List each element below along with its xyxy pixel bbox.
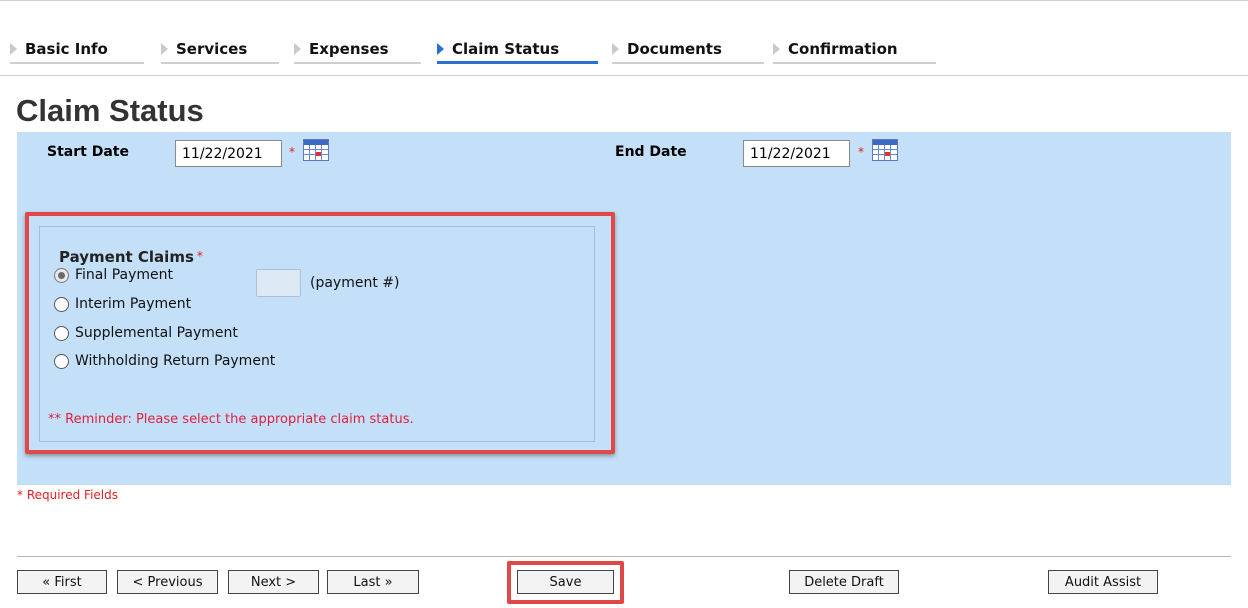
- end-date-label: End Date: [615, 144, 687, 160]
- tab-label: Basic Info: [25, 40, 108, 58]
- calendar-icon[interactable]: [872, 139, 898, 161]
- radio-interim-payment[interactable]: Interim Payment: [54, 296, 191, 312]
- tab-label: Claim Status: [452, 39, 560, 58]
- radio-button[interactable]: [54, 296, 69, 312]
- tab-confirmation[interactable]: Confirmation: [773, 36, 936, 64]
- triangle-right-icon: [161, 43, 168, 55]
- triangle-right-icon: [437, 42, 444, 55]
- payment-claims-box: Payment Claims * Final Payment Interim Pa…: [39, 226, 595, 442]
- last-button[interactable]: Last »: [327, 570, 419, 594]
- previous-button[interactable]: < Previous: [117, 570, 218, 594]
- radio-button[interactable]: [54, 353, 69, 369]
- payment-number-input[interactable]: [256, 269, 301, 297]
- save-highlight: [507, 561, 624, 604]
- tab-label: Confirmation: [788, 40, 898, 58]
- triangle-right-icon: [773, 43, 780, 55]
- tab-expenses[interactable]: Expenses: [294, 36, 421, 64]
- radio-label: Supplemental Payment: [75, 325, 238, 341]
- required-marker: *: [289, 145, 295, 159]
- tab-label: Services: [176, 40, 248, 58]
- radio-withholding-return-payment[interactable]: Withholding Return Payment: [54, 353, 275, 369]
- end-date-input[interactable]: [743, 140, 850, 167]
- delete-draft-button[interactable]: Delete Draft: [789, 570, 899, 594]
- claim-status-page: Basic Info Services Expenses Claim Statu…: [0, 0, 1248, 608]
- tab-label: Expenses: [309, 40, 389, 58]
- start-date-input[interactable]: [175, 140, 282, 167]
- radio-supplemental-payment[interactable]: Supplemental Payment: [54, 325, 238, 341]
- triangle-right-icon: [612, 43, 619, 55]
- required-marker: *: [196, 249, 203, 263]
- tab-services[interactable]: Services: [161, 36, 279, 64]
- next-button[interactable]: Next >: [228, 570, 319, 594]
- audit-assist-button[interactable]: Audit Assist: [1048, 570, 1158, 594]
- radio-label: Withholding Return Payment: [75, 353, 276, 369]
- tab-documents[interactable]: Documents: [612, 36, 764, 64]
- claim-status-reminder: ** Reminder: Please select the appropria…: [48, 412, 414, 427]
- first-button[interactable]: « First: [17, 570, 107, 594]
- tabs-divider: [0, 75, 1248, 76]
- triangle-right-icon: [10, 43, 17, 55]
- required-marker: *: [858, 145, 864, 159]
- radio-label: Interim Payment: [75, 296, 192, 312]
- payment-claims-title-text: Payment Claims: [59, 248, 194, 266]
- start-date-label: Start Date: [47, 144, 129, 160]
- tab-label: Documents: [627, 40, 722, 58]
- required-fields-note: * Required Fields: [17, 488, 118, 502]
- radio-label: Final Payment: [75, 267, 174, 283]
- tab-claim-status[interactable]: Claim Status: [437, 36, 598, 64]
- triangle-right-icon: [294, 43, 301, 55]
- top-divider: [0, 0, 1248, 1]
- calendar-icon[interactable]: [303, 139, 329, 161]
- page-title: Claim Status: [16, 93, 204, 128]
- radio-button[interactable]: [54, 267, 69, 283]
- payment-number-label: (payment #): [310, 275, 400, 291]
- bottom-divider: [17, 556, 1231, 557]
- payment-claims-highlight: Payment Claims * Final Payment Interim Pa…: [25, 212, 615, 454]
- tab-basic-info[interactable]: Basic Info: [10, 36, 144, 64]
- payment-claims-title: Payment Claims *: [59, 248, 203, 266]
- radio-button[interactable]: [54, 325, 69, 341]
- radio-final-payment[interactable]: Final Payment: [54, 267, 173, 283]
